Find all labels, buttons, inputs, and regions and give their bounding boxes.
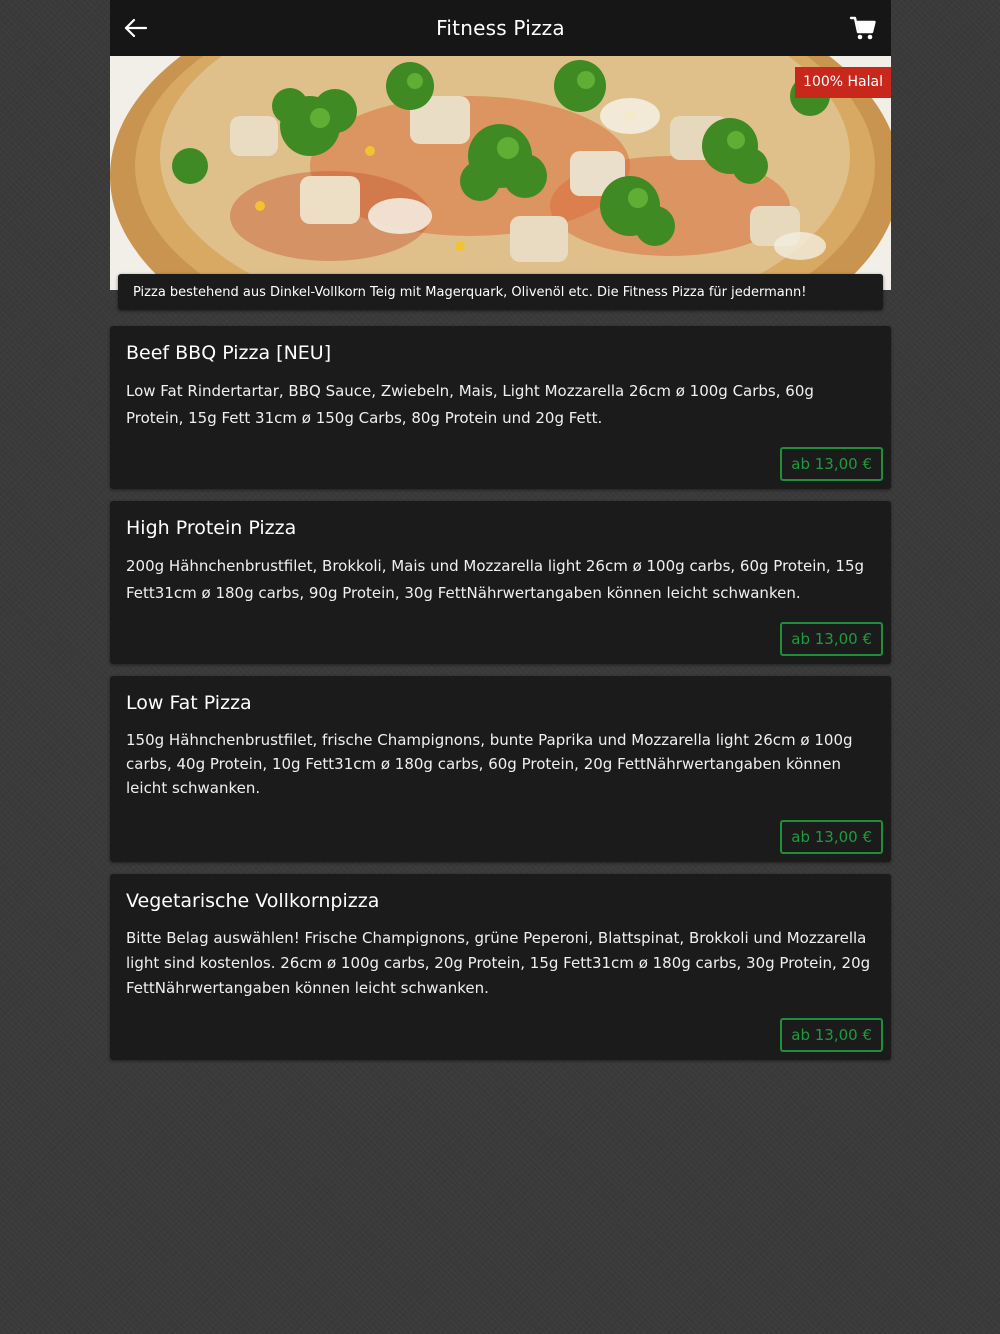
product-description: Low Fat Rindertartar, BBQ Sauce, Zwiebel… [126,382,814,427]
price-button[interactable]: ab 13,00 € [780,1018,883,1052]
cart-icon [849,16,876,40]
product-name: Beef BBQ Pizza [NEU] [126,342,332,364]
product-description: Bitte Belag auswählen! Frische Champigno… [126,929,871,997]
category-description: Pizza bestehend aus Dinkel-Vollkorn Teig… [118,274,883,310]
product-card[interactable]: Low Fat Pizza 150g Hähnchenbrustfilet, f… [110,676,891,862]
price-button[interactable]: ab 13,00 € [780,622,883,656]
price-button[interactable]: ab 13,00 € [780,447,883,481]
back-button[interactable] [122,14,150,42]
product-card[interactable]: Vegetarische Vollkornpizza Bitte Belag a… [110,874,891,1060]
product-name: Low Fat Pizza [126,692,252,714]
halal-badge: 100% Halal [795,67,891,98]
product-list: Beef BBQ Pizza [NEU] Low Fat Rindertarta… [110,326,891,1072]
pizza-photo [110,56,891,290]
cart-button[interactable] [849,14,877,42]
price-button[interactable]: ab 13,00 € [780,820,883,854]
product-card[interactable]: High Protein Pizza 200g Hähnchenbrustfil… [110,501,891,664]
hero-image: 100% Halal [110,56,891,290]
product-description: 200g Hähnchenbrustfilet, Brokkoli, Mais … [126,557,865,602]
app-screen: Fitness Pizza 100% Halal Pizza bestehend… [110,0,891,1060]
page-title: Fitness Pizza [436,16,565,40]
top-bar: Fitness Pizza [110,0,891,56]
arrow-left-icon [124,18,148,38]
product-name: High Protein Pizza [126,517,297,539]
product-description: 150g Hähnchenbrustfilet, frische Champig… [126,731,853,797]
product-name: Vegetarische Vollkornpizza [126,890,380,912]
product-card[interactable]: Beef BBQ Pizza [NEU] Low Fat Rindertarta… [110,326,891,489]
